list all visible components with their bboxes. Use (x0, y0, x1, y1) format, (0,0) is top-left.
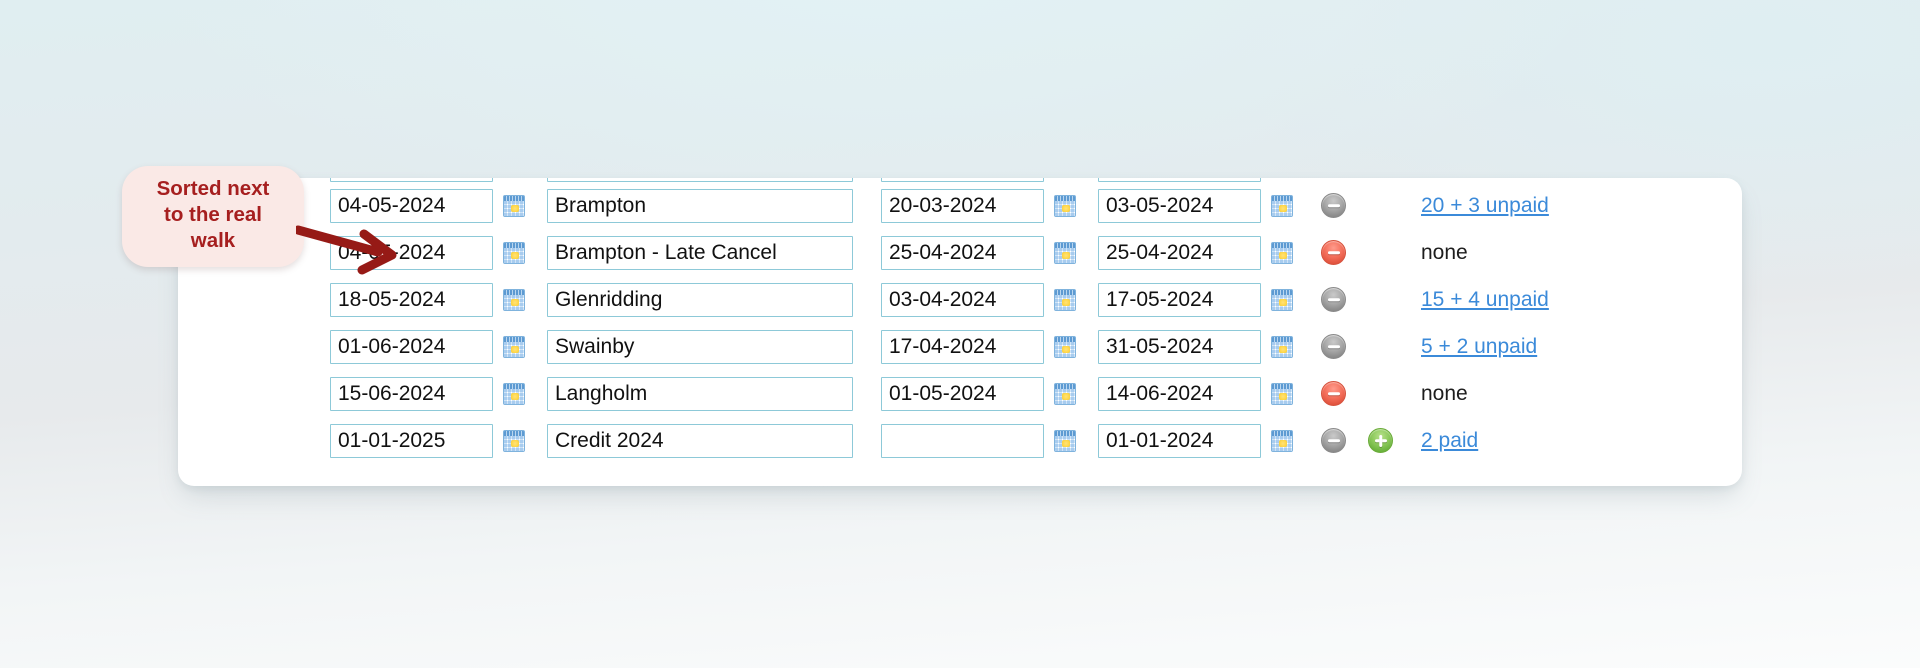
walk-name-input[interactable]: Credit 2024 (547, 423, 853, 458)
walk-date-input[interactable]: 04-05-2024 (330, 235, 493, 270)
walk-name-input[interactable]: Glenridding (547, 282, 853, 317)
close-date-input[interactable]: 14-06-2024 (1098, 376, 1261, 411)
walk-name-input[interactable]: Swainby (547, 329, 853, 364)
calendar-icon[interactable] (1054, 241, 1076, 264)
walk-date-input[interactable]: 15-06-2024 (330, 376, 493, 411)
table-row: 04-05-2024 Brampton - Late Cancel 25-04-20… (178, 229, 1742, 276)
walk-date-input[interactable]: 01-01-2025 (330, 423, 493, 458)
annotation-line-1: Sorted next (156, 177, 270, 200)
status-link[interactable]: 5 + 2 unpaid (1421, 335, 1537, 358)
open-date-input[interactable]: 03-04-2024 (881, 282, 1044, 317)
close-date-input[interactable]: 01-01-2024 (1098, 423, 1261, 458)
walk-date-input[interactable]: 18-05-2024 (330, 282, 493, 317)
annotation-callout: Sorted next to the real walk (122, 166, 304, 267)
plus-circle-icon[interactable] (1368, 428, 1393, 453)
close-date-input[interactable]: 17-05-2024 (1098, 282, 1261, 317)
status-text: none (1421, 381, 1468, 405)
minus-circle-icon[interactable] (1321, 334, 1346, 359)
calendar-icon[interactable] (1271, 194, 1293, 217)
calendar-icon[interactable] (503, 194, 525, 217)
add-slot-empty (1368, 287, 1393, 312)
calendar-icon[interactable] (1271, 241, 1293, 264)
close-date-input[interactable]: 03-05-2024 (1098, 188, 1261, 223)
walk-date-input[interactable]: 01-06-2024 (330, 329, 493, 364)
open-date-input[interactable]: 01-05-2024 (881, 376, 1044, 411)
status-link[interactable]: 2 paid (1421, 429, 1478, 452)
table-row: 04-05-2024 Brampton 20-03-2024 03-05-2024 20… (178, 182, 1742, 229)
calendar-icon[interactable] (503, 288, 525, 311)
row-status: none (1421, 241, 1468, 265)
screenshot-stage: 04-05-2024 Brampton 20-03-2024 03-05-2024 20… (0, 0, 1920, 668)
walks-table: 04-05-2024 Brampton 20-03-2024 03-05-2024 20… (178, 178, 1742, 464)
walk-name-input[interactable]: Langholm (547, 376, 853, 411)
calendar-icon[interactable] (1271, 288, 1293, 311)
row-status: 15 + 4 unpaid (1421, 288, 1549, 312)
open-date-input[interactable]: 17-04-2024 (881, 329, 1044, 364)
minus-circle-icon[interactable] (1321, 287, 1346, 312)
status-link[interactable]: 20 + 3 unpaid (1421, 194, 1549, 217)
walk-name-input[interactable]: Brampton (547, 188, 853, 223)
walks-panel: 04-05-2024 Brampton 20-03-2024 03-05-2024 20… (178, 178, 1742, 486)
calendar-icon[interactable] (503, 335, 525, 358)
open-date-input[interactable]: 25-04-2024 (881, 235, 1044, 270)
table-row: 01-06-2024 Swainby 17-04-2024 31-05-2024 5 +… (178, 323, 1742, 370)
row-status: 5 + 2 unpaid (1421, 335, 1537, 359)
minus-circle-icon[interactable] (1321, 428, 1346, 453)
row-status: none (1421, 382, 1468, 406)
add-slot-empty (1368, 193, 1393, 218)
row-status: 20 + 3 unpaid (1421, 194, 1549, 218)
status-text: none (1421, 240, 1468, 264)
calendar-icon[interactable] (503, 382, 525, 405)
calendar-icon[interactable] (1054, 382, 1076, 405)
calendar-icon[interactable] (1054, 194, 1076, 217)
table-row: 18-05-2024 Glenridding 03-04-2024 17-05-202… (178, 276, 1742, 323)
calendar-icon[interactable] (1271, 335, 1293, 358)
close-date-input[interactable]: 25-04-2024 (1098, 235, 1261, 270)
open-date-input[interactable]: 20-03-2024 (881, 188, 1044, 223)
status-link[interactable]: 15 + 4 unpaid (1421, 288, 1549, 311)
add-slot-empty (1368, 381, 1393, 406)
annotation-line-2: to the real (164, 203, 262, 226)
calendar-icon[interactable] (503, 429, 525, 452)
row-status: 2 paid (1421, 429, 1478, 453)
table-row: 15-06-2024 Langholm 01-05-2024 14-06-2024 no… (178, 370, 1742, 417)
calendar-icon[interactable] (1271, 429, 1293, 452)
calendar-icon[interactable] (1054, 429, 1076, 452)
calendar-icon[interactable] (503, 241, 525, 264)
walk-date-input[interactable]: 04-05-2024 (330, 188, 493, 223)
calendar-icon[interactable] (1054, 288, 1076, 311)
walk-name-input[interactable]: Brampton - Late Cancel (547, 235, 853, 270)
annotation-line-3: walk (190, 229, 236, 252)
close-date-input[interactable]: 31-05-2024 (1098, 329, 1261, 364)
table-row: 01-01-2025 Credit 2024 01-01-2024 2 paid (178, 417, 1742, 464)
add-slot-empty (1368, 240, 1393, 265)
open-date-input[interactable] (881, 423, 1044, 458)
add-slot-empty (1368, 334, 1393, 359)
calendar-icon[interactable] (1271, 382, 1293, 405)
calendar-icon[interactable] (1054, 335, 1076, 358)
minus-circle-icon[interactable] (1321, 193, 1346, 218)
minus-circle-icon[interactable] (1321, 381, 1346, 406)
minus-circle-icon[interactable] (1321, 240, 1346, 265)
